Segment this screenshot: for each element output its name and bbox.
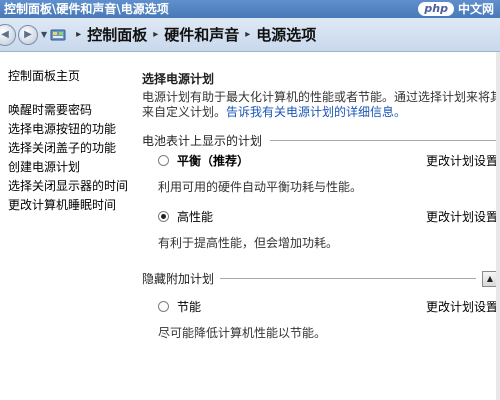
control-panel-home-link[interactable]: 控制面板主页	[8, 67, 80, 84]
forward-button[interactable]: ▶	[18, 24, 38, 45]
breadcrumb: ▸ 控制面板 ▸ 硬件和声音 ▸ 电源选项	[70, 24, 316, 45]
control-panel-icon	[50, 29, 66, 40]
chevron-right-icon[interactable]: ▸	[153, 29, 158, 40]
task-link-wake-password[interactable]: 唤醒时需要密码	[8, 101, 128, 120]
plan-name[interactable]: 高性能	[177, 208, 213, 225]
task-list: 唤醒时需要密码 选择电源按钮的功能 选择关闭盖子的功能 创建电源计划 选择关闭显…	[8, 101, 128, 215]
divider	[270, 140, 500, 141]
plan-name[interactable]: 节能	[177, 298, 201, 315]
task-link-create-plan[interactable]: 创建电源计划	[8, 158, 128, 177]
page-description: 电源计划有助于最大化计算机的性能或者节能。通过选择计划来将其 来自定义计划。告诉…	[142, 90, 498, 120]
power-plan-help-link[interactable]: 告诉我有关电源计划的详细信息。	[226, 105, 406, 119]
plan-description: 利用可用的硬件自动平衡功耗与性能。	[158, 180, 363, 194]
plan-description: 尽可能降低计算机性能以节能。	[158, 326, 327, 340]
chevron-right-icon[interactable]: ▸	[245, 29, 250, 40]
page-title: 选择电源计划	[142, 72, 215, 86]
watermark: php 中文网	[418, 1, 494, 17]
address-toolbar: ◀ ▶ ▼ ▸ 控制面板 ▸ 硬件和声音 ▸ 电源选项	[0, 18, 500, 52]
back-button[interactable]: ◀	[0, 23, 16, 46]
change-plan-settings-link[interactable]: 更改计划设置	[426, 208, 498, 225]
chevron-right-icon[interactable]: ▸	[76, 29, 81, 40]
breadcrumb-control-panel[interactable]: 控制面板	[87, 24, 147, 45]
watermark-text: 中文网	[457, 2, 494, 16]
divider	[220, 278, 476, 279]
change-plan-settings-link[interactable]: 更改计划设置	[426, 152, 498, 169]
plan-radio-balanced[interactable]	[158, 154, 169, 166]
vertical-scrollbar[interactable]	[496, 52, 500, 400]
description-line-2: 来自定义计划。	[142, 105, 227, 119]
back-arrow-icon: ◀	[1, 29, 9, 40]
task-link-display-off[interactable]: 选择关闭显示器的时间	[8, 177, 128, 196]
recent-pages-dropdown-icon[interactable]: ▼	[41, 30, 47, 39]
left-nav: 控制面板主页 唤醒时需要密码 选择电源按钮的功能 选择关闭盖子的功能 创建电源计…	[0, 52, 134, 400]
plan-description: 有利于提高性能，但会增加功耗。	[158, 236, 339, 250]
change-plan-settings-link[interactable]: 更改计划设置	[426, 298, 498, 315]
plan-name[interactable]: 平衡（推荐）	[177, 152, 249, 169]
plan-balanced: 平衡（推荐） 更改计划设置 利用可用的硬件自动平衡功耗与性能。	[158, 152, 498, 195]
window-titlebar: 控制面板\硬件和声音\电源选项 php 中文网	[0, 0, 500, 18]
watermark-logo: php	[418, 2, 454, 16]
plan-radio-high-performance[interactable]	[158, 210, 169, 222]
plan-radio-power-saver[interactable]	[158, 300, 169, 312]
breadcrumb-hardware-sound[interactable]: 硬件和声音	[164, 24, 239, 45]
plan-high-performance: 高性能 更改计划设置 有利于提高性能，但会增加功耗。	[158, 208, 498, 251]
forward-arrow-icon: ▶	[24, 29, 32, 40]
battery-meter-plans-group: 电池表计上显示的计划	[142, 132, 500, 149]
breadcrumb-power-options[interactable]: 电源选项	[256, 24, 316, 45]
main-content: 选择电源计划 电源计划有助于最大化计算机的性能或者节能。通过选择计划来将其 来自…	[142, 52, 500, 400]
window-title: 控制面板\硬件和声音\电源选项	[4, 2, 169, 16]
task-link-lid-close[interactable]: 选择关闭盖子的功能	[8, 139, 128, 158]
group-label: 电池表计上显示的计划	[142, 134, 263, 148]
plan-power-saver: 节能 更改计划设置 尽可能降低计算机性能以节能。	[158, 298, 498, 341]
hidden-plans-group: 隐藏附加计划 ▲	[142, 270, 500, 287]
group-label: 隐藏附加计划	[142, 272, 215, 286]
description-line-1: 电源计划有助于最大化计算机的性能或者节能。通过选择计划来将其	[142, 90, 498, 104]
task-link-power-button[interactable]: 选择电源按钮的功能	[8, 120, 128, 139]
task-link-sleep-time[interactable]: 更改计算机睡眠时间	[8, 196, 128, 215]
chevron-up-icon: ▲	[486, 274, 494, 283]
